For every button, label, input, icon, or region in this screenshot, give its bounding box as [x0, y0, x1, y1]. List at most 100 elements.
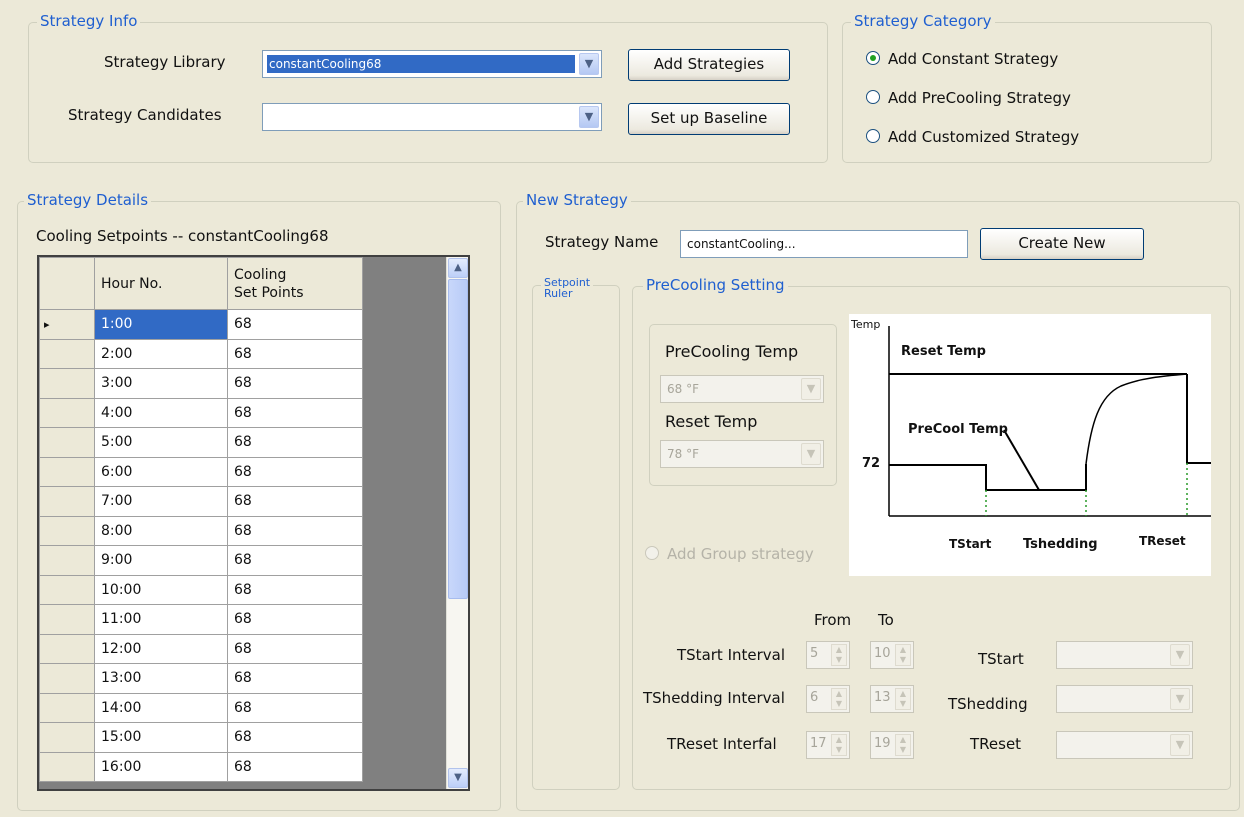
- radio-precooling-strategy[interactable]: Add PreCooling Strategy: [866, 89, 1071, 107]
- reset-temp-select[interactable]: 78 °F ▼: [660, 440, 824, 468]
- row-header[interactable]: [39, 663, 95, 694]
- setpoint-cell[interactable]: 68: [227, 574, 363, 605]
- table-row[interactable]: 13:00 68: [39, 663, 363, 694]
- chevron-down-icon[interactable]: ▼: [1170, 734, 1190, 756]
- row-header[interactable]: [39, 574, 95, 605]
- setpoint-cell[interactable]: 68: [227, 397, 363, 428]
- setpoint-cell[interactable]: 68: [227, 633, 363, 664]
- treset-select[interactable]: ▼: [1056, 731, 1193, 759]
- tshedding-to-stepper[interactable]: 13 ▲ ▼: [870, 685, 914, 713]
- chevron-down-icon[interactable]: ▼: [1170, 644, 1190, 666]
- row-header[interactable]: [39, 545, 95, 576]
- row-header[interactable]: [39, 751, 95, 782]
- hour-cell[interactable]: 4:00: [94, 397, 228, 428]
- treset-from-stepper[interactable]: 17 ▲ ▼: [806, 731, 850, 759]
- strategy-library-select[interactable]: constantCooling68 ▼: [262, 50, 602, 78]
- scroll-thumb[interactable]: [448, 279, 468, 599]
- chevron-down-icon[interactable]: ▼: [801, 378, 821, 400]
- setpoint-cell[interactable]: 68: [227, 604, 363, 635]
- hour-cell[interactable]: 3:00: [94, 368, 228, 399]
- precooling-temp-select[interactable]: 68 °F ▼: [660, 375, 824, 403]
- hour-cell[interactable]: 13:00: [94, 663, 228, 694]
- table-row[interactable]: ▸ 1:00 68: [39, 309, 363, 340]
- row-header[interactable]: [39, 633, 95, 664]
- setpoint-cell[interactable]: 68: [227, 368, 363, 399]
- table-row[interactable]: 16:00 68: [39, 751, 363, 782]
- row-header[interactable]: [39, 368, 95, 399]
- hour-cell[interactable]: 2:00: [94, 338, 228, 369]
- tstart-select[interactable]: ▼: [1056, 641, 1193, 669]
- table-row[interactable]: 7:00 68: [39, 486, 363, 517]
- hour-cell[interactable]: 10:00: [94, 574, 228, 605]
- hour-cell[interactable]: 16:00: [94, 751, 228, 782]
- radio-dot[interactable]: [866, 90, 880, 104]
- row-header[interactable]: [39, 515, 95, 546]
- row-header[interactable]: [39, 604, 95, 635]
- hour-cell[interactable]: 15:00: [94, 722, 228, 753]
- strategy-name-input[interactable]: constantCooling...: [680, 230, 968, 258]
- table-row[interactable]: 9:00 68: [39, 545, 363, 576]
- stepper-arrows-icon[interactable]: ▲ ▼: [895, 644, 911, 666]
- table-row[interactable]: 15:00 68: [39, 722, 363, 753]
- setpoint-cell[interactable]: 68: [227, 515, 363, 546]
- hour-cell[interactable]: 5:00: [94, 427, 228, 458]
- row-header[interactable]: [39, 722, 95, 753]
- table-row[interactable]: 10:00 68: [39, 574, 363, 605]
- radio-add-group-strategy[interactable]: Add Group strategy: [645, 545, 814, 563]
- column-header-setpoints[interactable]: Cooling Set Points: [227, 257, 363, 310]
- row-header[interactable]: [39, 397, 95, 428]
- radio-customized-strategy[interactable]: Add Customized Strategy: [866, 128, 1079, 146]
- stepper-arrows-icon[interactable]: ▲ ▼: [831, 688, 847, 710]
- tshedding-select[interactable]: ▼: [1056, 685, 1193, 713]
- setpoint-cell[interactable]: 68: [227, 338, 363, 369]
- table-row[interactable]: 6:00 68: [39, 456, 363, 487]
- tshedding-from-stepper[interactable]: 6 ▲ ▼: [806, 685, 850, 713]
- hour-cell[interactable]: 1:00: [94, 309, 228, 340]
- setpoint-cell[interactable]: 68: [227, 751, 363, 782]
- row-header[interactable]: [39, 486, 95, 517]
- treset-to-stepper[interactable]: 19 ▲ ▼: [870, 731, 914, 759]
- hour-cell[interactable]: 9:00: [94, 545, 228, 576]
- row-header[interactable]: [39, 456, 95, 487]
- setpoint-cell[interactable]: 68: [227, 722, 363, 753]
- table-row[interactable]: 5:00 68: [39, 427, 363, 458]
- hour-cell[interactable]: 7:00: [94, 486, 228, 517]
- current-row-indicator-icon[interactable]: ▸: [39, 309, 95, 340]
- table-row[interactable]: 8:00 68: [39, 515, 363, 546]
- create-new-button[interactable]: Create New: [980, 228, 1144, 260]
- row-header[interactable]: [39, 427, 95, 458]
- table-row[interactable]: 12:00 68: [39, 633, 363, 664]
- setpoint-cell[interactable]: 68: [227, 427, 363, 458]
- hour-cell[interactable]: 12:00: [94, 633, 228, 664]
- table-row[interactable]: 11:00 68: [39, 604, 363, 635]
- setup-baseline-button[interactable]: Set up Baseline: [628, 103, 790, 135]
- setpoint-cell[interactable]: 68: [227, 486, 363, 517]
- stepper-arrows-icon[interactable]: ▲ ▼: [831, 644, 847, 666]
- tstart-to-stepper[interactable]: 10 ▲ ▼: [870, 641, 914, 669]
- stepper-arrows-icon[interactable]: ▲ ▼: [895, 734, 911, 756]
- setpoint-cell[interactable]: 68: [227, 692, 363, 723]
- tstart-from-stepper[interactable]: 5 ▲ ▼: [806, 641, 850, 669]
- table-row[interactable]: 3:00 68: [39, 368, 363, 399]
- chevron-down-icon[interactable]: ▼: [579, 53, 599, 75]
- table-row[interactable]: 4:00 68: [39, 397, 363, 428]
- row-header[interactable]: [39, 692, 95, 723]
- scroll-down-icon[interactable]: ▼: [448, 768, 468, 788]
- stepper-arrows-icon[interactable]: ▲ ▼: [895, 688, 911, 710]
- setpoint-cell[interactable]: 68: [227, 663, 363, 694]
- chevron-down-icon[interactable]: ▼: [1170, 688, 1190, 710]
- add-strategies-button[interactable]: Add Strategies: [628, 49, 790, 81]
- radio-dot[interactable]: [866, 51, 880, 65]
- setpoints-grid[interactable]: Hour No. Cooling Set Points ▸ 1:00 68 2:00 6…: [37, 255, 470, 791]
- column-header-hour[interactable]: Hour No.: [94, 257, 228, 310]
- setpoint-cell[interactable]: 68: [227, 545, 363, 576]
- chevron-down-icon[interactable]: ▼: [579, 106, 599, 128]
- strategy-candidates-select[interactable]: ▼: [262, 103, 602, 131]
- setpoint-cell[interactable]: 68: [227, 309, 363, 340]
- setpoint-cell[interactable]: 68: [227, 456, 363, 487]
- hour-cell[interactable]: 11:00: [94, 604, 228, 635]
- radio-constant-strategy[interactable]: Add Constant Strategy: [866, 50, 1058, 68]
- radio-dot[interactable]: [866, 129, 880, 143]
- chevron-down-icon[interactable]: ▼: [801, 443, 821, 465]
- hour-cell[interactable]: 6:00: [94, 456, 228, 487]
